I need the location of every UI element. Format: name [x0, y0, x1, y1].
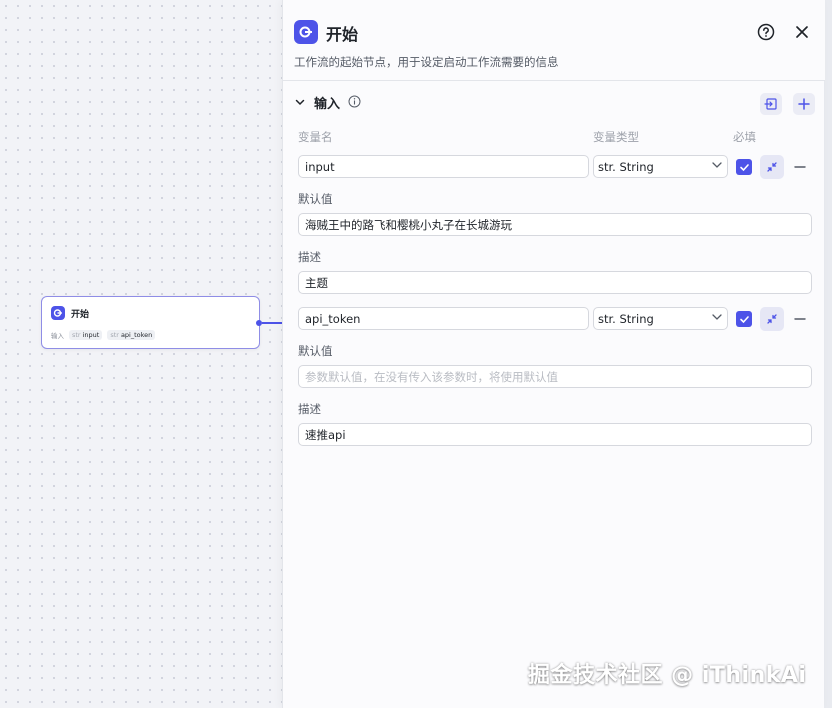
section-title: 输入	[314, 97, 341, 112]
chevron-down-icon	[711, 311, 723, 326]
panel-description: 工作流的起始节点，用于设定启动工作流需要的信息	[294, 55, 559, 69]
description-label: 描述	[298, 402, 321, 416]
info-icon[interactable]	[348, 93, 361, 112]
variable-name-input[interactable]	[298, 307, 589, 330]
default-value-input[interactable]	[298, 213, 812, 236]
node-config-panel: 开始 工作流的起始节点，用于设定启动工作流需要的信息 输入 变量名 变量类型 必…	[282, 0, 825, 708]
import-icon[interactable]	[760, 93, 782, 115]
remove-icon[interactable]	[792, 159, 808, 175]
variable-type-select[interactable]: str. String	[593, 155, 728, 178]
variable-name-input[interactable]	[298, 155, 589, 178]
column-name-label: 变量名	[298, 130, 333, 144]
variable-type-select[interactable]: str. String	[593, 307, 728, 330]
default-value-label: 默认值	[298, 344, 333, 358]
collapse-icon[interactable]	[760, 307, 784, 331]
start-node-icon	[294, 20, 318, 44]
help-icon[interactable]	[755, 21, 777, 43]
start-node[interactable]: 开始 输入 str input str api_token	[41, 296, 260, 349]
panel-title: 开始	[326, 25, 359, 44]
watermark: 掘金技术社区 @ iThinkAi	[528, 663, 807, 688]
chevron-down-icon	[711, 159, 723, 174]
default-value-input[interactable]	[298, 365, 812, 388]
column-required-label: 必填	[733, 130, 756, 144]
column-type-label: 变量类型	[593, 130, 639, 144]
required-checkbox[interactable]	[736, 159, 752, 175]
default-value-label: 默认值	[298, 192, 333, 206]
description-label: 描述	[298, 250, 321, 264]
required-checkbox[interactable]	[736, 311, 752, 327]
canvas-edge	[824, 0, 832, 708]
start-node-icon	[51, 306, 65, 320]
node-edge	[262, 322, 282, 324]
variable-type-value: str. String	[598, 159, 654, 174]
add-icon[interactable]	[793, 93, 815, 115]
description-input[interactable]	[298, 423, 812, 446]
node-variable-chip: str api_token	[107, 330, 156, 340]
input-section-header[interactable]: 输入	[294, 93, 361, 112]
node-title: 开始	[71, 309, 90, 320]
remove-icon[interactable]	[792, 311, 808, 327]
close-icon[interactable]	[791, 21, 813, 43]
variable-type-value: str. String	[598, 311, 654, 326]
description-input[interactable]	[298, 271, 812, 294]
chevron-down-icon[interactable]	[294, 93, 306, 112]
panel-header: 开始 工作流的起始节点，用于设定启动工作流需要的信息	[283, 0, 825, 81]
node-variable-chip: str input	[69, 330, 103, 340]
collapse-icon[interactable]	[760, 155, 784, 179]
node-input-label: 输入	[51, 332, 64, 340]
